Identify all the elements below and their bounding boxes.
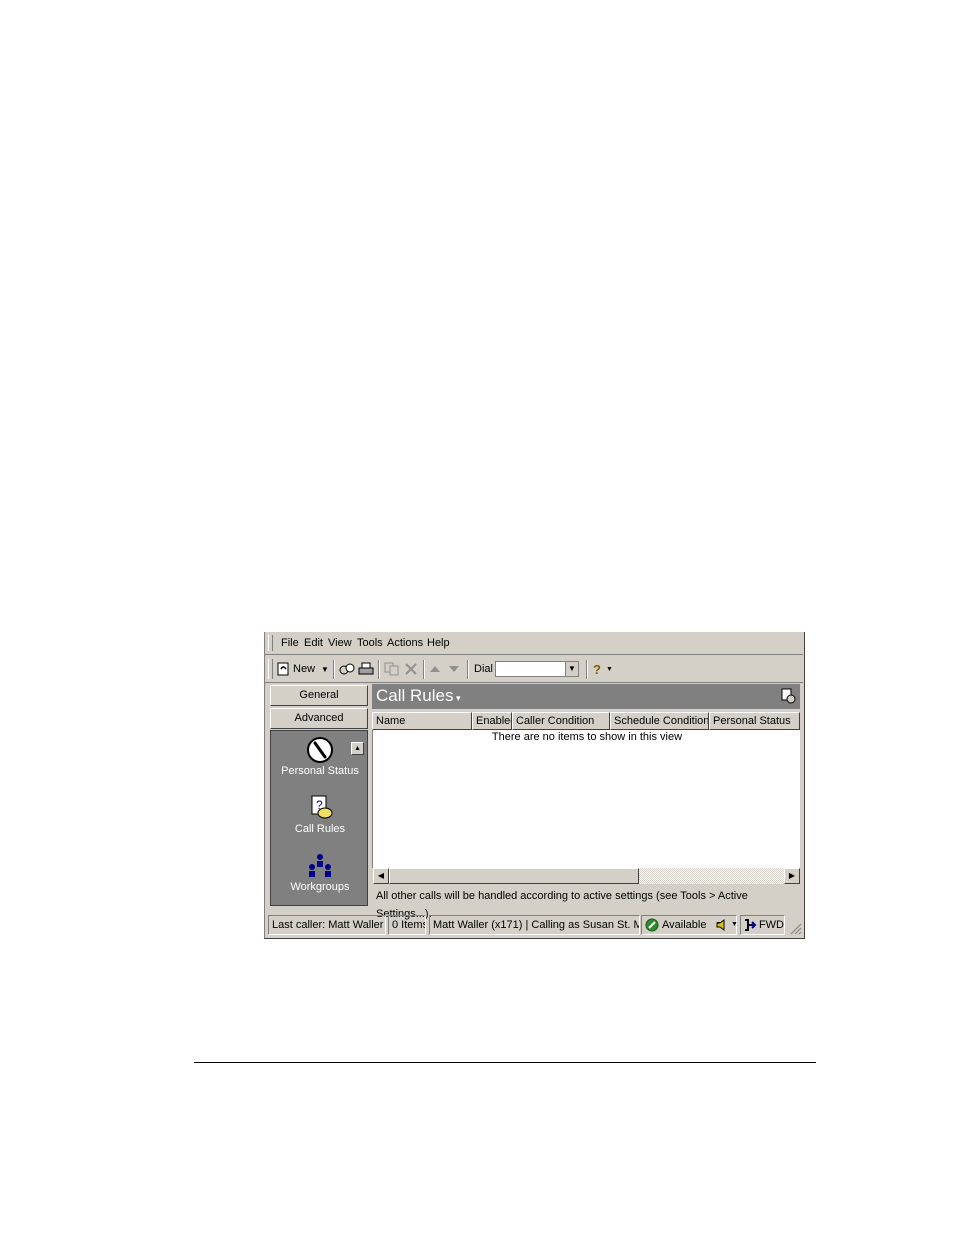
resize-grip-icon[interactable] [790,923,802,935]
triangle-up-icon [430,666,440,672]
call-forward-icon [745,919,757,931]
nav-item-workgroups[interactable]: Workgroups [271,851,369,893]
advanced-nav-panel: ▲ Personal Status ? Call Rules Workgroup… [270,730,368,906]
column-header-row: Name Enabled Caller Condition Schedule C… [372,712,800,730]
menu-actions[interactable]: Actions [387,637,423,649]
move-up-button[interactable] [427,660,443,678]
workgroups-icon [309,854,331,877]
fwd-label: FWD [758,919,784,931]
nav-item-call-rules[interactable]: ? Call Rules [271,793,369,835]
nav-item-label: Call Rules [294,823,346,835]
volume-button[interactable]: ▼ [715,915,739,935]
nav-item-label: Workgroups [290,881,350,893]
column-header-enabled[interactable]: Enabled [472,712,512,730]
chevron-down-icon[interactable]: ▼ [606,666,613,673]
help-button[interactable]: ? ▼ [590,660,616,678]
nav-advanced-button[interactable]: Advanced [270,708,368,729]
delete-icon [405,663,417,675]
new-button[interactable]: New ▼ [277,660,329,678]
column-header-schedule-condition[interactable]: Schedule Condition [610,712,709,730]
call-rules-icon: ? [311,795,333,819]
toolbar-separator [378,660,380,679]
help-question-icon: ? [593,661,601,677]
phone-icon [307,737,333,763]
horizontal-scrollbar[interactable]: ◀ ▶ [373,868,800,884]
menu-view[interactable]: View [328,637,352,649]
availability-label: Available [662,919,707,931]
application-window: File Edit View Tools Actions Help New ▼ [264,632,805,939]
view-header: Call Rules ▾ [372,684,800,709]
menu-grip[interactable] [268,635,273,651]
column-header-caller-condition[interactable]: Caller Condition [512,712,610,730]
chevron-down-icon[interactable]: ▼ [731,916,738,934]
rules-list[interactable]: There are no items to show in this view [372,730,800,868]
triangle-down-icon [449,666,459,672]
available-status-icon [645,918,659,932]
status-items-count: 0 Items [388,915,426,935]
status-identity: Matt Waller (x171) | Calling as Susan St… [429,915,640,935]
nav-general-button[interactable]: General [270,685,368,706]
copy-icon [384,662,399,676]
toolbar: New ▼ Dial ▼ ? ▼ [265,656,803,683]
address-book-button[interactable] [338,660,356,678]
address-book-icon [339,663,355,675]
move-down-button[interactable] [446,660,462,678]
new-item-icon [277,662,289,676]
chevron-down-icon[interactable]: ▼ [565,662,578,676]
delete-button[interactable] [402,660,420,678]
nav-item-label: Personal Status [281,765,359,777]
nav-item-personal-status[interactable]: Personal Status [271,735,369,777]
toolbar-separator [467,660,469,679]
page-title[interactable]: Call Rules ▾ [376,686,461,706]
dial-label: Dial [474,663,493,675]
info-bar: All other calls will be handled accordin… [376,890,748,920]
new-button-label: New [293,663,316,675]
scroll-right-button[interactable]: ▶ [784,868,800,884]
dial-combobox[interactable]: ▼ [495,661,579,677]
menu-edit[interactable]: Edit [304,637,323,649]
menu-help[interactable]: Help [427,637,450,649]
column-header-personal-status[interactable]: Personal Status [709,712,800,730]
speaker-icon [716,919,725,931]
menu-tools[interactable]: Tools [357,637,383,649]
chevron-down-icon[interactable]: ▼ [321,665,329,674]
menu-bar: File Edit View Tools Actions Help [265,632,803,655]
status-bar: Last caller: Matt Waller at 5 0 Items Ma… [265,914,804,936]
forward-button[interactable]: FWD [740,915,785,935]
menu-file[interactable]: File [281,637,299,649]
column-header-name[interactable]: Name [372,712,472,730]
toolbar-grip[interactable] [268,659,273,679]
page-rule [194,1062,816,1063]
toolbar-separator [586,660,588,679]
toolbar-separator [333,660,335,679]
print-button[interactable] [357,660,375,678]
toolbar-separator [423,660,425,679]
status-last-caller: Last caller: Matt Waller at 5 [268,915,386,935]
printer-icon [358,662,374,675]
copy-button[interactable] [383,660,401,678]
empty-message: There are no items to show in this view [491,731,683,743]
scrollbar-thumb[interactable] [389,868,639,884]
scroll-left-button[interactable]: ◀ [373,868,389,884]
folder-settings-icon[interactable] [780,688,796,704]
